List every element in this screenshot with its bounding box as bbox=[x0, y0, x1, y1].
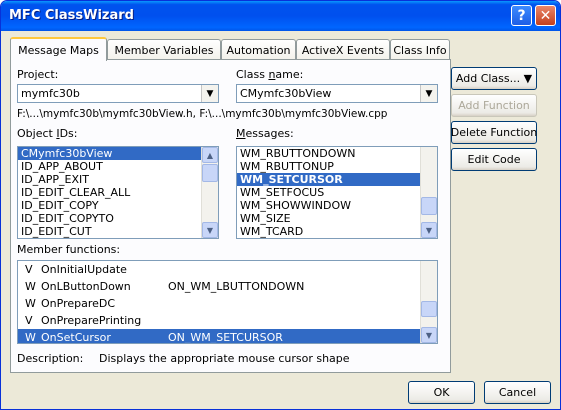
message-map: ON_WM_SETCURSOR bbox=[168, 331, 283, 344]
window-title: MFC ClassWizard bbox=[9, 8, 134, 23]
flag: V bbox=[25, 263, 33, 276]
list-item[interactable]: ID_EDIT_CLEAR_ALL bbox=[18, 186, 218, 199]
list-item[interactable]: ID_APP_ABOUT bbox=[18, 160, 218, 173]
flag: W bbox=[25, 297, 36, 310]
project-combo[interactable]: mymfc30b ▼ bbox=[17, 84, 219, 103]
classwizard-window: MFC ClassWizard ? ✕ Message Maps Member … bbox=[0, 0, 561, 410]
project-value: mymfc30b bbox=[21, 87, 80, 100]
function-name: OnLButtonDown bbox=[41, 280, 131, 293]
scroll-up-icon[interactable]: ▲ bbox=[202, 147, 218, 163]
close-button[interactable]: ✕ bbox=[535, 5, 556, 26]
scrollbar[interactable]: ▼ bbox=[420, 147, 437, 238]
description-label: Description: bbox=[17, 352, 84, 365]
chevron-down-icon[interactable]: ▼ bbox=[201, 85, 218, 102]
close-icon: ✕ bbox=[539, 7, 552, 24]
table-row[interactable]: V OnPreparePrinting bbox=[18, 312, 437, 329]
scroll-down-icon[interactable]: ▼ bbox=[202, 222, 218, 238]
scroll-thumb[interactable] bbox=[421, 197, 437, 215]
list-item[interactable]: CMymfc30bView bbox=[18, 147, 218, 160]
messages-list[interactable]: WM_RBUTTONDOWN WM_RBUTTONUP WM_SETCURSOR… bbox=[236, 146, 438, 239]
tab-label: Member Variables bbox=[114, 43, 214, 57]
list-item[interactable]: WM_SHOWWINDOW bbox=[237, 199, 437, 212]
edit-code-button[interactable]: Edit Code bbox=[451, 148, 537, 171]
tab-strip: Message Maps Member Variables Automation… bbox=[10, 37, 550, 61]
class-name-label: Class name: bbox=[236, 68, 304, 81]
list-item[interactable]: WM_SETFOCUS bbox=[237, 186, 437, 199]
help-icon: ? bbox=[517, 7, 526, 24]
function-name: OnPrepareDC bbox=[41, 297, 116, 310]
list-item[interactable]: WM_SIZE bbox=[237, 212, 437, 225]
list-item[interactable]: ID_EDIT_CUT bbox=[18, 225, 218, 238]
message-map: ON_WM_LBUTTONDOWN bbox=[168, 280, 305, 293]
tab-message-maps[interactable]: Message Maps bbox=[10, 37, 107, 61]
list-item[interactable]: WM_RBUTTONUP bbox=[237, 160, 437, 173]
project-label: Project: bbox=[17, 68, 59, 81]
scrollbar[interactable]: ▲ ▼ bbox=[201, 147, 218, 238]
scroll-down-icon[interactable]: ▼ bbox=[421, 222, 437, 238]
list-item[interactable]: ID_EDIT_COPYTO bbox=[18, 212, 218, 225]
list-item[interactable]: WM_TCARD bbox=[237, 225, 437, 238]
member-functions-label: Member functions: bbox=[17, 243, 121, 256]
title-bar[interactable]: MFC ClassWizard ? ✕ bbox=[1, 1, 560, 31]
help-button[interactable]: ? bbox=[511, 5, 532, 26]
member-functions-list[interactable]: V OnInitialUpdate W OnLButtonDown ON_WM_… bbox=[17, 260, 438, 344]
tab-label: Message Maps bbox=[18, 43, 99, 57]
messages-label: Messages: bbox=[236, 127, 294, 140]
tab-label: ActiveX Events bbox=[301, 43, 385, 57]
scrollbar[interactable]: ▼ bbox=[420, 261, 437, 343]
object-ids-label: Object IDs: bbox=[17, 127, 78, 140]
scroll-down-icon[interactable]: ▼ bbox=[421, 327, 437, 343]
tab-member-variables[interactable]: Member Variables bbox=[107, 39, 221, 60]
delete-function-button[interactable]: Delete Function bbox=[451, 121, 537, 144]
description-text: Displays the appropriate mouse cursor sh… bbox=[99, 352, 350, 365]
table-row[interactable]: W OnSetCursor ON_WM_SETCURSOR bbox=[18, 329, 437, 344]
list-item[interactable]: ID_EDIT_COPY bbox=[18, 199, 218, 212]
tab-automation[interactable]: Automation bbox=[221, 39, 296, 60]
ok-button[interactable]: OK bbox=[408, 381, 475, 404]
message-maps-panel: Project: mymfc30b ▼ Class name: CMymfc30… bbox=[10, 59, 451, 373]
add-function-button[interactable]: Add Function bbox=[451, 94, 537, 117]
add-class-button[interactable]: Add Class... ▼ bbox=[451, 67, 537, 90]
scroll-thumb[interactable] bbox=[202, 164, 218, 182]
function-name: OnInitialUpdate bbox=[41, 263, 127, 276]
function-name: OnSetCursor bbox=[41, 331, 111, 344]
list-item[interactable]: ID_APP_EXIT bbox=[18, 173, 218, 186]
class-name-combo[interactable]: CMymfc30bView ▼ bbox=[236, 84, 438, 103]
scroll-thumb[interactable] bbox=[421, 301, 437, 317]
tab-label: Automation bbox=[226, 43, 291, 57]
tab-activex-events[interactable]: ActiveX Events bbox=[296, 39, 390, 60]
chevron-down-icon[interactable]: ▼ bbox=[420, 85, 437, 102]
table-row[interactable]: V OnInitialUpdate bbox=[18, 261, 437, 278]
tab-class-info[interactable]: Class Info bbox=[390, 39, 450, 60]
flag: W bbox=[25, 331, 36, 344]
class-name-value: CMymfc30bView bbox=[240, 87, 332, 100]
object-ids-list[interactable]: CMymfc30bView ID_APP_ABOUT ID_APP_EXIT I… bbox=[17, 146, 219, 239]
cancel-button[interactable]: Cancel bbox=[484, 381, 551, 404]
table-row[interactable]: W OnPrepareDC bbox=[18, 295, 437, 312]
function-name: OnPreparePrinting bbox=[41, 314, 142, 327]
list-item[interactable]: WM_SETCURSOR bbox=[237, 173, 437, 186]
tab-label: Class Info bbox=[393, 43, 447, 57]
list-item[interactable]: WM_RBUTTONDOWN bbox=[237, 147, 437, 160]
flag: V bbox=[25, 314, 33, 327]
flag: W bbox=[25, 280, 36, 293]
table-row[interactable]: W OnLButtonDown ON_WM_LBUTTONDOWN bbox=[18, 278, 437, 295]
file-paths: F:\...\mymfc30b\mymfc30bView.h, F:\...\m… bbox=[17, 108, 388, 120]
